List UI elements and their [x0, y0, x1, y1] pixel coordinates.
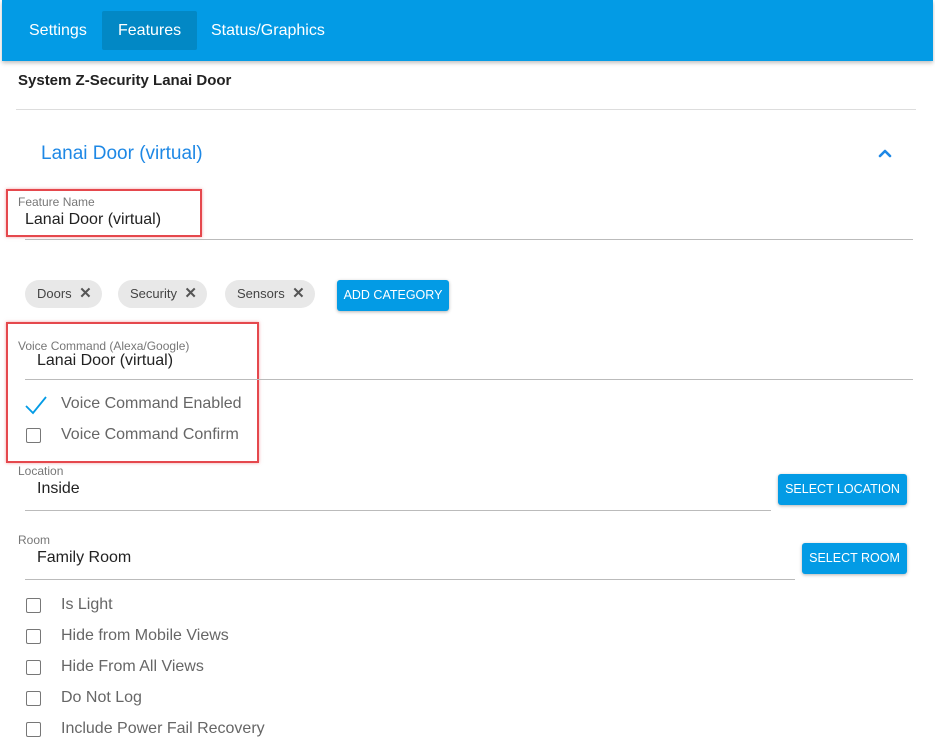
hide-mobile-checkbox-row[interactable]: Hide from Mobile Views: [25, 626, 265, 648]
feature-name-underline: [25, 239, 913, 240]
do-not-log-checkbox-row[interactable]: Do Not Log: [25, 688, 265, 710]
chip-label: Security: [130, 286, 177, 301]
header-divider: [16, 109, 916, 110]
power-fail-recovery-checkbox-row[interactable]: Include Power Fail Recovery: [25, 719, 285, 741]
hide-all-checkbox[interactable]: [26, 660, 41, 675]
location-input[interactable]: Inside: [37, 480, 80, 498]
tab-settings[interactable]: Settings: [13, 11, 103, 50]
room-input[interactable]: Family Room: [37, 549, 131, 567]
category-chip-doors: Doors ✕: [25, 280, 102, 308]
category-chip-sensors: Sensors ✕: [225, 280, 315, 308]
system-title: System Z-Security Lanai Door: [18, 72, 232, 89]
checkmark-icon[interactable]: [25, 394, 47, 416]
select-location-button[interactable]: SELECT LOCATION: [778, 474, 907, 505]
is-light-checkbox[interactable]: [26, 598, 41, 613]
voice-enabled-label: Voice Command Enabled: [61, 395, 242, 412]
chip-label: Sensors: [237, 286, 285, 301]
remove-chip-icon[interactable]: ✕: [79, 280, 92, 308]
hide-all-checkbox-row[interactable]: Hide From All Views: [25, 657, 265, 679]
room-label: Room: [18, 533, 51, 547]
feature-name-label: Feature Name: [18, 195, 95, 209]
chip-label: Doors: [37, 286, 72, 301]
hide-mobile-checkbox[interactable]: [26, 629, 41, 644]
remove-chip-icon[interactable]: ✕: [184, 280, 197, 308]
remove-chip-icon[interactable]: ✕: [292, 280, 305, 308]
do-not-log-checkbox[interactable]: [26, 691, 41, 706]
tab-status-graphics[interactable]: Status/Graphics: [195, 11, 341, 50]
chevron-up-icon[interactable]: [876, 144, 894, 162]
power-fail-recovery-label: Include Power Fail Recovery: [61, 720, 265, 737]
category-chip-security: Security ✕: [118, 280, 207, 308]
voice-command-label: Voice Command (Alexa/Google): [18, 339, 190, 353]
top-nav-bar: Settings Features Status/Graphics: [2, 0, 933, 61]
voice-command-underline: [25, 379, 913, 380]
room-underline: [25, 579, 795, 580]
voice-confirm-checkbox-row[interactable]: Voice Command Confirm: [25, 425, 245, 447]
is-light-label: Is Light: [61, 596, 113, 613]
voice-confirm-label: Voice Command Confirm: [61, 426, 239, 443]
voice-enabled-checkbox-row[interactable]: Voice Command Enabled: [25, 394, 245, 416]
hide-mobile-label: Hide from Mobile Views: [61, 627, 229, 644]
section-title[interactable]: Lanai Door (virtual): [41, 143, 203, 165]
voice-command-input[interactable]: Lanai Door (virtual): [37, 352, 173, 370]
add-category-button[interactable]: ADD CATEGORY: [337, 280, 449, 311]
location-label: Location: [18, 464, 64, 478]
feature-name-input[interactable]: Lanai Door (virtual): [25, 211, 161, 229]
is-light-checkbox-row[interactable]: Is Light: [25, 595, 265, 617]
power-fail-recovery-checkbox[interactable]: [26, 722, 41, 737]
select-room-button[interactable]: SELECT ROOM: [802, 543, 907, 574]
voice-confirm-checkbox[interactable]: [26, 428, 41, 443]
location-underline: [25, 510, 771, 511]
hide-all-label: Hide From All Views: [61, 658, 204, 675]
do-not-log-label: Do Not Log: [61, 689, 142, 706]
tab-features[interactable]: Features: [102, 11, 198, 50]
